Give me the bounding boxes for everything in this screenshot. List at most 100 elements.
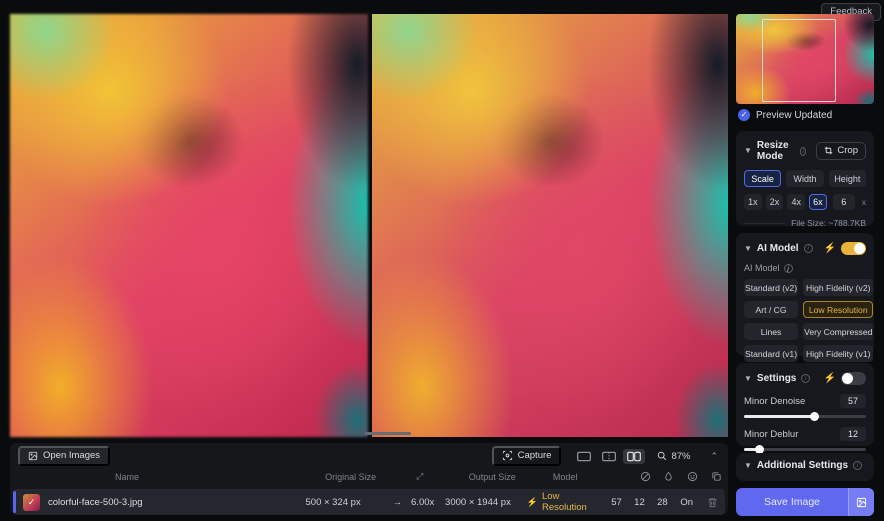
scale-4x-button[interactable]: 4x (787, 194, 805, 210)
scale-1x-button[interactable]: 1x (744, 194, 762, 210)
additional-settings-title: Additional Settings (757, 460, 848, 471)
crop-button[interactable]: Crop (816, 142, 866, 160)
save-image-button[interactable]: Save Image (736, 488, 874, 516)
row-output-size: 3000 × 1944 px (445, 497, 527, 508)
file-queue-panel: Open Images Capture (10, 443, 728, 514)
model-high-fidelity-v2[interactable]: High Fidelity (v2) (803, 279, 873, 296)
settings-panel: ▼ Settings i ⚡ Minor Denoise 57 M (736, 363, 874, 446)
lightning-icon: ⚡ (824, 244, 836, 254)
row-denoise-value: 57 (605, 497, 628, 508)
crop-icon (824, 146, 833, 155)
lightning-icon: ⚡ (824, 374, 836, 384)
model-standard-v2[interactable]: Standard (v2) (744, 279, 798, 296)
minor-deblur-control: Minor Deblur 12 (744, 427, 866, 451)
minor-denoise-control: Minor Denoise 57 (744, 394, 866, 418)
enhanced-image-pane[interactable] (372, 14, 728, 437)
original-image-pane[interactable] (10, 14, 368, 437)
zoom-control[interactable]: 87% (657, 451, 690, 462)
model-lines[interactable]: Lines (744, 323, 798, 340)
model-standard-v1[interactable]: Standard (v1) (744, 345, 798, 362)
row-scale-factor: 6.00x (411, 497, 445, 508)
table-header: Name Original Size ⤢ Output Size Model (10, 468, 728, 485)
row-original-size: 500 × 324 px (306, 497, 384, 508)
face-recovery-column-icon (681, 471, 705, 482)
check-icon: ✓ (23, 494, 40, 511)
info-icon: i (804, 244, 813, 253)
custom-scale-input[interactable]: 6 (833, 194, 855, 210)
tab-height[interactable]: Height (829, 170, 866, 187)
deblur-column-icon (657, 471, 681, 482)
ai-model-panel-title: AI Model (757, 243, 799, 254)
row-model: ⚡ Low Resolution (527, 491, 605, 513)
row-face-recovery-value: 28 (651, 497, 674, 508)
collapse-panel-icon[interactable]: ⌃ (710, 451, 718, 462)
chevron-down-icon[interactable]: ▼ (744, 462, 752, 470)
magnifier-icon (657, 451, 667, 461)
ai-auto-toggle[interactable] (841, 242, 866, 255)
info-icon: i (800, 147, 806, 156)
save-image-icon[interactable] (848, 488, 874, 516)
minor-deblur-slider[interactable] (744, 448, 866, 451)
model-very-compressed[interactable]: Very Compressed (803, 323, 873, 340)
chevron-down-icon[interactable]: ▼ (744, 245, 752, 253)
lightning-icon: ⚡ (527, 497, 538, 507)
horizontal-scrollbar[interactable] (365, 432, 411, 435)
save-image-label: Save Image (736, 488, 848, 516)
preview-status: ✓ Preview Updated (738, 109, 832, 121)
ai-model-grid: Standard (v2) High Fidelity (v2) Art / C… (744, 279, 866, 362)
tab-scale[interactable]: Scale (744, 170, 781, 187)
header-output-size: Output Size (469, 472, 553, 482)
capture-icon (502, 450, 513, 461)
open-images-button[interactable]: Open Images (18, 446, 110, 466)
model-low-resolution[interactable]: Low Resolution (803, 301, 873, 318)
slider-knob[interactable] (810, 412, 819, 421)
scale-options: 1x 2x 4x 6x 6 x (744, 194, 866, 210)
minor-denoise-value[interactable]: 57 (840, 394, 866, 408)
additional-settings-panel[interactable]: ▼ Additional Settings i (736, 453, 874, 481)
single-view-icon[interactable] (573, 449, 595, 464)
view-mode-group (573, 449, 645, 464)
chevron-down-icon[interactable]: ▼ (744, 147, 752, 155)
file-size-estimate: File Size: ~788.7KB (791, 218, 866, 228)
delete-file-icon[interactable] (699, 497, 725, 508)
minor-deblur-value[interactable]: 12 (840, 427, 866, 441)
chevron-down-icon[interactable]: ▼ (744, 375, 752, 383)
file-thumbnail: ✓ (23, 494, 40, 511)
file-name: colorful-face-500-3.jpg (48, 497, 143, 508)
minor-denoise-label: Minor Denoise (744, 396, 805, 407)
resize-panel-title: Resize Mode (757, 140, 795, 162)
settings-panel-title: Settings (757, 373, 796, 384)
resize-mode-tabs: Scale Width Height (744, 170, 866, 187)
header-original-size: Original Size (325, 472, 406, 482)
scale-2x-button[interactable]: 2x (766, 194, 784, 210)
arrow-right-icon: → (384, 497, 411, 508)
capture-button[interactable]: Capture (492, 446, 562, 466)
selected-row-accent (13, 491, 16, 513)
header-model: Model (553, 472, 634, 482)
side-by-side-view-icon[interactable] (623, 449, 645, 464)
tab-width[interactable]: Width (786, 170, 823, 187)
info-icon: i (801, 374, 810, 383)
batch-apply-column-icon (704, 471, 728, 482)
preview-status-label: Preview Updated (756, 110, 832, 121)
image-comparison-viewer[interactable] (10, 14, 728, 437)
file-row[interactable]: ✓ colorful-face-500-3.jpg 500 × 324 px →… (13, 489, 725, 515)
scale-6x-button[interactable]: 6x (809, 194, 827, 210)
ai-model-field-label: AI Model (744, 263, 780, 273)
sidebar: ✓ Preview Updated ▼ Resize Mode i Crop S… (736, 0, 874, 521)
header-name: Name (10, 472, 325, 482)
model-art-cg[interactable]: Art / CG (744, 301, 798, 318)
navigation-thumbnail[interactable] (736, 14, 874, 104)
model-high-fidelity-v1[interactable]: High Fidelity (v1) (803, 345, 873, 362)
denoise-column-icon (633, 471, 657, 482)
row-auto-status: On (674, 497, 700, 508)
image-icon (28, 451, 38, 461)
custom-scale-suffix: x (862, 197, 866, 207)
viewport-selection-rect[interactable] (762, 19, 836, 102)
split-view-icon[interactable] (598, 449, 620, 464)
scale-arrow-icon: ⤢ (406, 471, 434, 482)
check-icon: ✓ (738, 109, 750, 121)
settings-auto-toggle[interactable] (841, 372, 866, 385)
minor-denoise-slider[interactable] (744, 415, 866, 418)
row-deblur-value: 12 (628, 497, 651, 508)
